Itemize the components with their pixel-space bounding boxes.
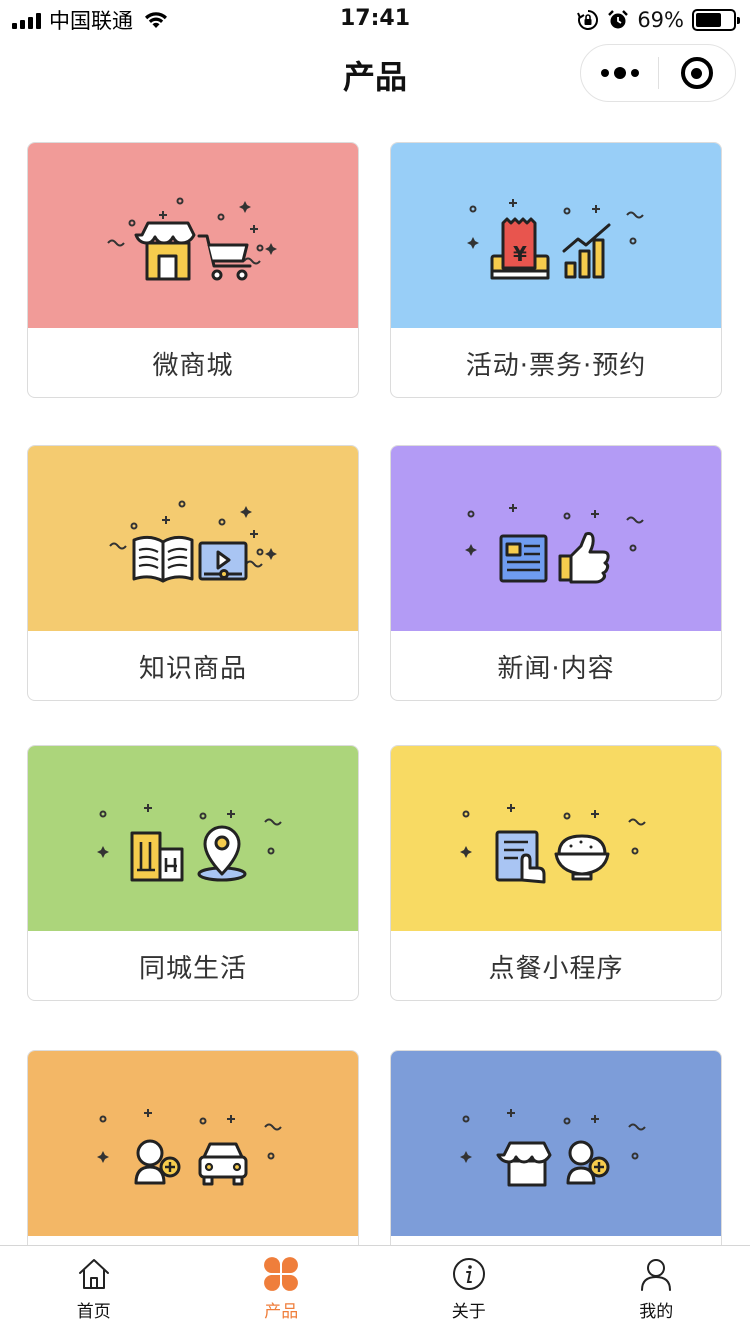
menu-bowl-icon (460, 804, 646, 884)
card-label: 点餐小程序 (488, 953, 624, 984)
card-label: 活动·票务·预约 (465, 350, 647, 381)
tab-label: 关于 (451, 1302, 486, 1322)
product-card[interactable]: 点餐小程序 (390, 745, 722, 1001)
svg-text:¥: ¥ (513, 242, 527, 266)
product-card[interactable] (27, 1050, 359, 1245)
tab-bar: 首页 产品 关于 我的 (0, 1245, 750, 1333)
tab-label: 产品 (264, 1302, 299, 1322)
shop-cart-icon (107, 197, 277, 281)
book-video-icon (109, 500, 277, 583)
card-label: 知识商品 (138, 653, 247, 684)
alarm-icon (608, 10, 629, 29)
card-label (28, 1236, 358, 1245)
user-icon (641, 1259, 672, 1291)
product-card[interactable]: 新闻·内容 (390, 445, 722, 701)
card-banner (28, 746, 358, 931)
ticket-chart-icon: ¥ (467, 199, 644, 280)
card-label (391, 1236, 721, 1245)
user-car-icon (97, 1109, 282, 1186)
orientation-lock-icon (577, 10, 599, 30)
card-label: 同城生活 (138, 953, 247, 984)
product-card[interactable]: 知识商品 (27, 445, 359, 701)
card-banner (391, 746, 721, 931)
tab-about[interactable]: 关于 (375, 1246, 563, 1333)
product-grid: 微商城 ¥ 活动·票务·预约 知识商品 新闻·内容 同城生活 点餐小程序 (0, 106, 750, 1245)
tab-label: 首页 (76, 1302, 111, 1322)
card-banner: ¥ (391, 143, 721, 328)
card-banner (28, 143, 358, 328)
clover-icon (264, 1257, 299, 1291)
product-card[interactable] (390, 1050, 722, 1245)
tab-home[interactable]: 首页 (0, 1246, 188, 1333)
card-banner (28, 1051, 358, 1236)
card-banner (28, 446, 358, 631)
battery-icon (692, 9, 740, 31)
building-location-icon (97, 804, 282, 882)
card-banner (391, 1051, 721, 1236)
close-icon (680, 57, 713, 89)
shop-user-icon (460, 1109, 646, 1187)
card-label: 新闻·内容 (497, 653, 615, 684)
nav-bar: 产品 (0, 40, 750, 106)
more-button[interactable] (581, 45, 658, 101)
close-button[interactable] (659, 45, 735, 101)
tab-mine[interactable]: 我的 (563, 1246, 750, 1333)
news-thumbsup-icon (465, 504, 644, 584)
tab-products[interactable]: 产品 (188, 1246, 376, 1333)
info-icon (452, 1258, 485, 1290)
tab-label: 我的 (639, 1302, 674, 1322)
product-card[interactable]: 微商城 (27, 142, 359, 398)
product-card[interactable]: ¥ 活动·票务·预约 (390, 142, 722, 398)
home-icon (78, 1259, 109, 1289)
status-right: 69% (577, 6, 740, 34)
card-label: 微商城 (152, 350, 234, 381)
miniprogram-capsule (580, 44, 736, 102)
product-card[interactable]: 同城生活 (27, 745, 359, 1001)
card-banner (391, 446, 721, 631)
battery-level (696, 13, 721, 27)
status-bar: 中国联通 17:41 69% (0, 0, 750, 40)
battery-percent: 69% (637, 8, 684, 32)
